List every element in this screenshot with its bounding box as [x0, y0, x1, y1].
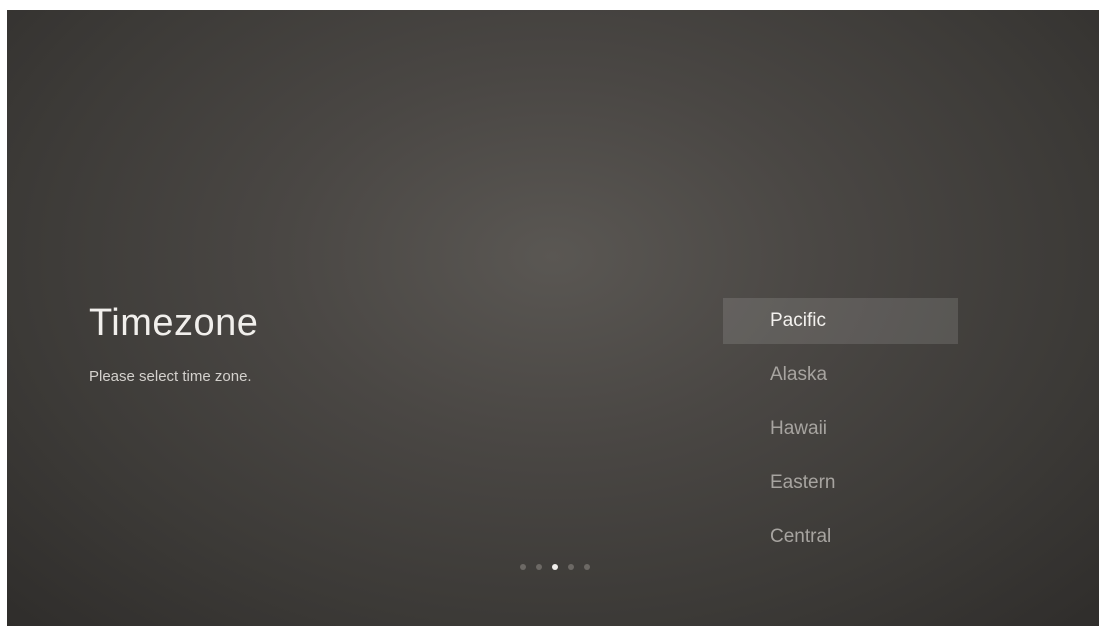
timezone-option-central[interactable]: Central [723, 514, 958, 560]
setup-screen: Timezone Please select time zone. Pacifi… [7, 10, 1099, 626]
timezone-list: Pacific Alaska Hawaii Eastern Central [723, 298, 958, 568]
step-indicator [520, 564, 590, 570]
page-subtitle: Please select time zone. [89, 368, 252, 385]
page-title: Timezone [89, 302, 259, 344]
step-dot [536, 564, 542, 570]
header-panel: Timezone Please select time zone. [89, 300, 258, 386]
step-dot [568, 564, 574, 570]
step-dot-active [552, 564, 558, 570]
timezone-option-hawaii[interactable]: Hawaii [723, 406, 958, 452]
step-dot [584, 564, 590, 570]
timezone-option-eastern[interactable]: Eastern [723, 460, 958, 506]
timezone-option-pacific[interactable]: Pacific [723, 298, 958, 344]
timezone-option-alaska[interactable]: Alaska [723, 352, 958, 398]
step-dot [520, 564, 526, 570]
